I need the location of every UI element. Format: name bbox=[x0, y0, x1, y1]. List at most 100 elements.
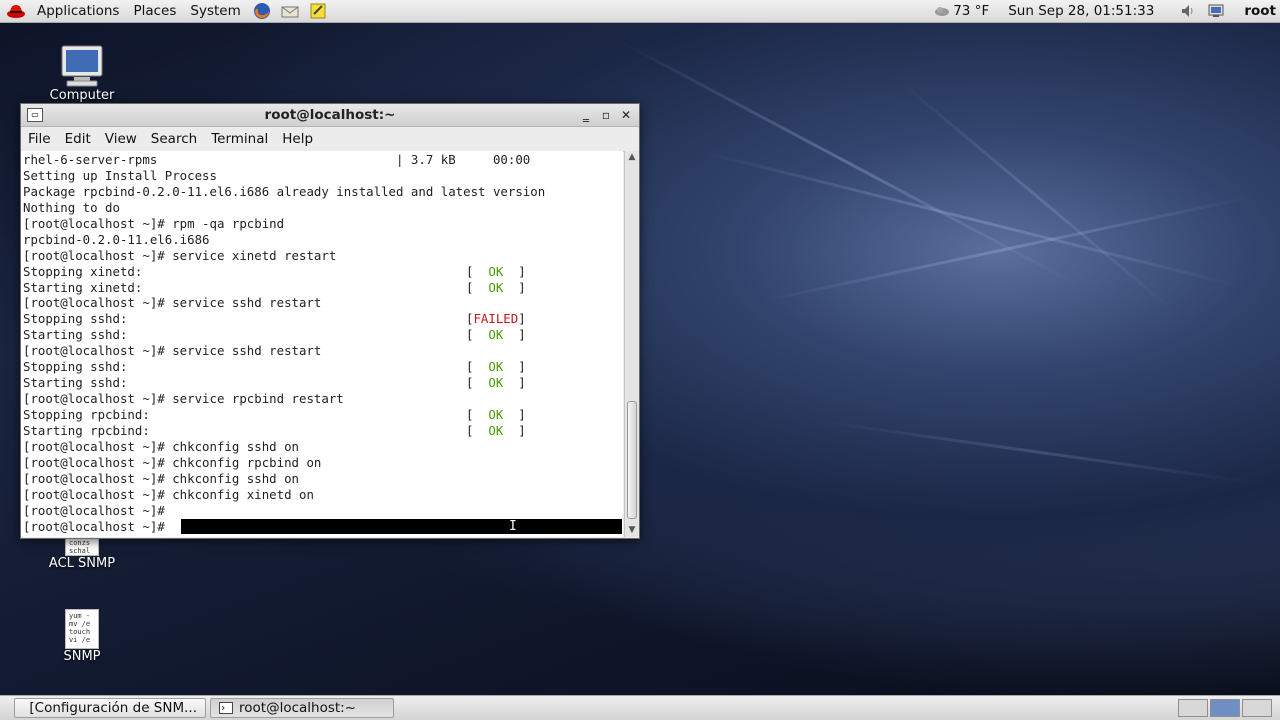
desktop-icon-snmp[interactable]: yum - mv /e touch vi /e SNMP bbox=[32, 609, 132, 664]
status-ok: OK bbox=[488, 407, 504, 422]
status-ok: OK bbox=[488, 279, 504, 295]
terminal-line-text: rhel-6-server-rpms | 3.7 kB 00:00 bbox=[23, 152, 531, 167]
terminal-line-text: Starting sshd: bbox=[23, 327, 128, 343]
redhat-logo-icon bbox=[6, 2, 26, 20]
terminal-line-text: [root@localhost ~]# chkconfig sshd on bbox=[23, 470, 300, 486]
terminal-icon bbox=[219, 702, 233, 714]
service-status: [ OK ] bbox=[466, 279, 526, 295]
menu-file[interactable]: File bbox=[21, 131, 58, 147]
status-failed: FAILED bbox=[473, 311, 519, 327]
terminal-line-text: Stopping sshd: bbox=[23, 311, 128, 327]
system-menu[interactable]: System bbox=[183, 0, 247, 22]
network-icon[interactable] bbox=[1206, 2, 1226, 20]
terminal-line: [root@localhost ~]# I bbox=[23, 518, 623, 535]
places-menu[interactable]: Places bbox=[126, 0, 183, 22]
terminal-line: rpcbind-0.2.0-11.el6.i686 bbox=[23, 232, 623, 248]
terminal-line: Stopping xinetd: [ OK ] bbox=[23, 264, 623, 280]
taskbar-item-label: root@localhost:~ bbox=[239, 700, 357, 716]
status-ok: OK bbox=[488, 422, 504, 438]
terminal-line-text: Stopping sshd: bbox=[23, 359, 128, 375]
terminal-line-text: [root@localhost ~]# chkconfig rpcbind on bbox=[23, 454, 322, 470]
user-menu[interactable]: root bbox=[1230, 3, 1280, 19]
desktop-icon-computer[interactable]: Computer bbox=[32, 44, 132, 103]
terminal-line: Stopping sshd: [ OK ] bbox=[23, 359, 623, 375]
terminal-line: [root@localhost ~]# service rpcbind rest… bbox=[23, 391, 623, 407]
terminal-line-text: [root@localhost ~]# service rpcbind rest… bbox=[23, 391, 344, 407]
menu-edit[interactable]: Edit bbox=[58, 131, 98, 147]
menu-view[interactable]: View bbox=[98, 131, 144, 147]
terminal-line-text: Package rpcbind-0.2.0-11.el6.i686 alread… bbox=[23, 183, 546, 199]
maximize-button[interactable]: ▫ bbox=[597, 107, 615, 123]
terminal-icon[interactable]: ▭ bbox=[27, 108, 43, 122]
terminal-line: Starting rpcbind: [ OK ] bbox=[23, 423, 623, 439]
menu-search[interactable]: Search bbox=[144, 131, 204, 147]
file-icon: conzs schal bbox=[65, 536, 99, 556]
terminal-line: Starting xinetd: [ OK ] bbox=[23, 280, 623, 296]
terminal-window: ▭ root@localhost:~ ‗ ▫ ✕ File Edit View … bbox=[20, 103, 640, 539]
terminal-line: Package rpcbind-0.2.0-11.el6.i686 alread… bbox=[23, 184, 623, 200]
notes-launcher-icon[interactable] bbox=[308, 2, 328, 20]
taskbar-item-browser[interactable]: [Configuración de SNM... bbox=[14, 698, 206, 718]
terminal-line-text: [root@localhost ~]# bbox=[23, 518, 165, 534]
terminal-line: Stopping rpcbind: [ OK ] bbox=[23, 407, 623, 423]
terminal-line: [root@localhost ~]# bbox=[23, 503, 623, 519]
computer-icon bbox=[61, 45, 103, 87]
weather-applet[interactable]: 73 °F bbox=[925, 3, 998, 19]
temperature-label: 73 °F bbox=[953, 3, 990, 19]
status-ok: OK bbox=[488, 327, 504, 343]
scroll-up-arrow-icon[interactable]: ▲ bbox=[625, 151, 639, 164]
terminal-line: Setting up Install Process bbox=[23, 168, 623, 184]
terminal-line: [root@localhost ~]# rpm -qa rpcbind bbox=[23, 216, 623, 232]
status-ok: OK bbox=[488, 263, 504, 279]
service-status: [FAILED] bbox=[466, 311, 526, 327]
clock-applet[interactable]: Sun Sep 28, 01:51:33 bbox=[998, 3, 1164, 19]
terminal-line: [root@localhost ~]# service xinetd resta… bbox=[23, 248, 623, 264]
volume-icon[interactable] bbox=[1178, 2, 1198, 20]
menu-terminal[interactable]: Terminal bbox=[204, 131, 275, 147]
terminal-line-text: Stopping rpcbind: bbox=[23, 407, 150, 422]
applications-menu[interactable]: Applications bbox=[30, 0, 126, 22]
scrollbar-thumb[interactable] bbox=[627, 401, 637, 519]
workspace-3[interactable] bbox=[1242, 699, 1272, 717]
terminal-line: [root@localhost ~]# service sshd restart bbox=[23, 295, 623, 311]
workspace-2[interactable] bbox=[1210, 699, 1240, 717]
service-status: [ OK ] bbox=[466, 407, 526, 422]
terminal-line: Starting sshd: [ OK ] bbox=[23, 375, 623, 391]
close-button[interactable]: ✕ bbox=[617, 107, 635, 123]
top-menu: Applications Places System bbox=[0, 0, 332, 22]
menu-help[interactable]: Help bbox=[275, 131, 320, 147]
cloud-icon bbox=[935, 7, 950, 16]
service-status: [ OK ] bbox=[466, 359, 526, 375]
mail-launcher-icon[interactable] bbox=[280, 2, 300, 20]
desktop-icon-label: Computer bbox=[49, 88, 115, 103]
terminal-line-text: Starting rpcbind: bbox=[23, 422, 150, 438]
scroll-down-arrow-icon[interactable]: ▼ bbox=[625, 524, 639, 537]
terminal-scrollbar[interactable]: ▲ ▼ bbox=[624, 151, 639, 537]
desktop-icon-acl-snmp[interactable]: conzs schal ACL SNMP bbox=[32, 536, 132, 571]
terminal-line-text: [root@localhost ~]# service sshd restart bbox=[23, 295, 322, 311]
terminal-line: rhel-6-server-rpms | 3.7 kB 00:00 bbox=[23, 152, 623, 168]
terminal-line: Nothing to do bbox=[23, 200, 623, 216]
terminal-line-text: Starting xinetd: bbox=[23, 279, 143, 295]
terminal-line-text: [root@localhost ~]# rpm -qa rpcbind bbox=[23, 215, 285, 231]
firefox-launcher-icon[interactable] bbox=[252, 2, 272, 20]
terminal-line-text: Nothing to do bbox=[23, 199, 120, 215]
terminal-output[interactable]: rhel-6-server-rpms | 3.7 kB 00:00 Setting… bbox=[21, 151, 623, 537]
status-ok: OK bbox=[488, 359, 504, 375]
terminal-line: [root@localhost ~]# service sshd restart bbox=[23, 343, 623, 359]
terminal-line-text: Starting sshd: bbox=[23, 375, 128, 391]
minimize-button[interactable]: ‗ bbox=[577, 107, 595, 123]
window-titlebar[interactable]: ▭ root@localhost:~ ‗ ▫ ✕ bbox=[21, 104, 639, 127]
workspace-1[interactable] bbox=[1178, 699, 1208, 717]
terminal-cursor: I bbox=[181, 518, 622, 534]
file-icon: yum - mv /e touch vi /e bbox=[65, 609, 99, 649]
terminal-line: Stopping sshd: [FAILED] bbox=[23, 311, 623, 327]
terminal-line-text: Stopping xinetd: bbox=[23, 263, 143, 279]
bottom-panel: [Configuración de SNM... root@localhost:… bbox=[0, 695, 1280, 720]
terminal-line-text: [root@localhost ~]# chkconfig xinetd on bbox=[23, 486, 314, 502]
service-status: [ OK ] bbox=[466, 422, 526, 438]
taskbar-item-terminal[interactable]: root@localhost:~ bbox=[210, 698, 394, 718]
window-title: root@localhost:~ bbox=[264, 107, 396, 123]
workspace-switcher bbox=[1178, 699, 1272, 717]
terminal-line-text: [root@localhost ~]# bbox=[23, 502, 165, 518]
